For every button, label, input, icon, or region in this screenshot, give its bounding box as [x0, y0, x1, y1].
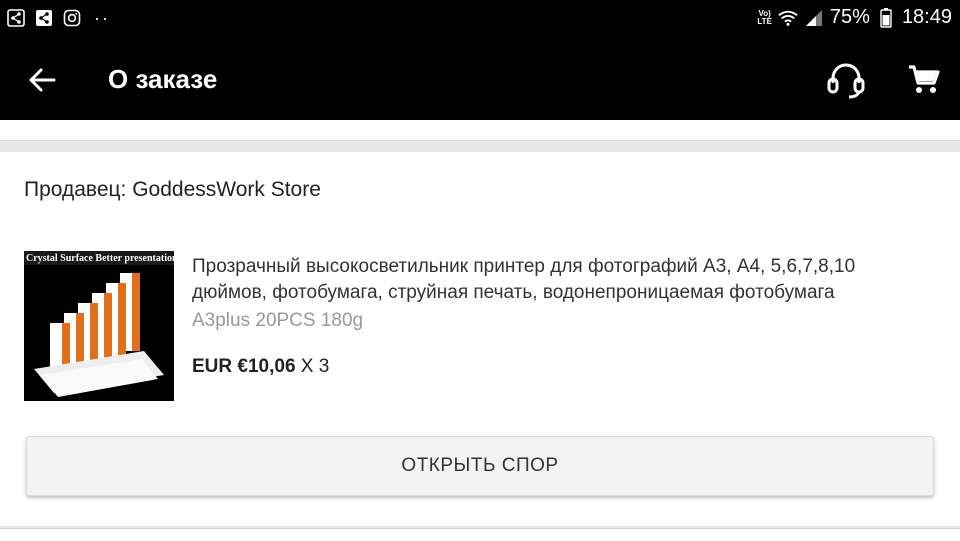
previous-card-edge	[0, 120, 960, 141]
more-notifications-dots: ··	[94, 8, 110, 28]
product-title[interactable]: Прозрачный высокосветильник принтер для …	[192, 254, 932, 306]
notification-icons: ··	[6, 8, 110, 28]
page-title: О заказе	[108, 64, 218, 94]
price-line: EUR €10,06 X 3	[192, 356, 329, 378]
product-variant: A3plus 20PCS 180g	[192, 310, 364, 331]
order-card: Продавец: GoddessWork Store Crystal Surf…	[0, 152, 960, 526]
photo-paper-image	[24, 251, 174, 401]
system-status: Vo) LTE 75% 18:49	[757, 6, 952, 29]
seller-name[interactable]: Продавец: GoddessWork Store	[24, 178, 321, 202]
instagram-icon	[62, 8, 82, 28]
share-icon	[6, 8, 26, 28]
cart-button[interactable]	[900, 56, 948, 104]
signal-icon	[804, 8, 824, 28]
back-button[interactable]	[22, 60, 62, 100]
thumbnail-caption: Crystal Surface Better presentation	[26, 253, 174, 264]
product-thumbnail[interactable]: Crystal Surface Better presentation	[24, 251, 174, 401]
product-price: EUR €10,06	[192, 356, 296, 377]
support-button[interactable]	[822, 56, 870, 104]
headset-icon	[827, 63, 865, 99]
share-icon	[34, 8, 54, 28]
battery-percent: 75%	[829, 6, 870, 28]
status-bar: ·· Vo) LTE 75% 18:49	[0, 0, 960, 38]
product-quantity: X 3	[300, 356, 330, 377]
back-arrow-icon	[29, 68, 56, 92]
app-bar: О заказе	[0, 38, 960, 120]
battery-icon	[876, 7, 896, 28]
wifi-icon	[778, 8, 798, 28]
volte-icon: Vo) LTE	[757, 8, 772, 26]
clock: 18:49	[901, 6, 952, 28]
open-dispute-button[interactable]: ОТКРЫТЬ СПОР	[26, 436, 934, 496]
cart-icon	[909, 65, 940, 93]
next-card-edge	[0, 528, 960, 541]
